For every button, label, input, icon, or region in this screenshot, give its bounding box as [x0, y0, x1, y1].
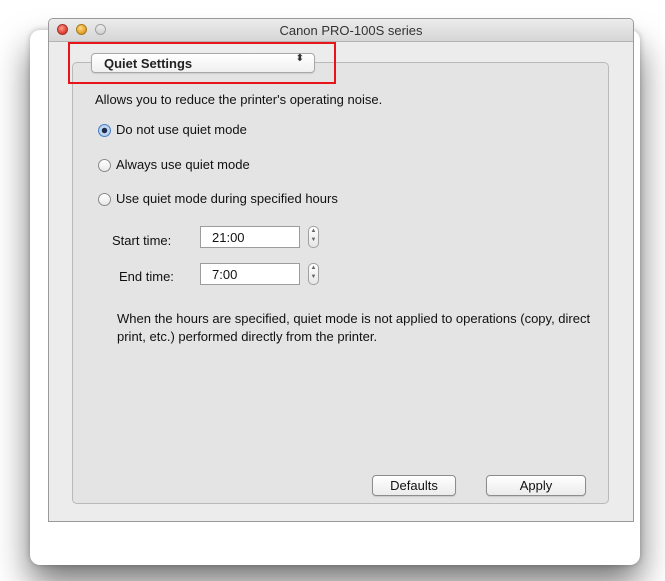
radio-label-no-quiet-mode[interactable]: Do not use quiet mode	[116, 122, 247, 137]
end-time-field[interactable]: 7:00	[200, 263, 300, 285]
start-time-label: Start time:	[112, 233, 172, 248]
screenshot-stage: Canon PRO-100S series Quiet Settings ⬍ A…	[0, 0, 665, 581]
end-time-label: End time:	[119, 269, 174, 284]
radio-always-quiet-mode[interactable]	[98, 159, 111, 172]
radio-specified-hours[interactable]	[98, 193, 111, 206]
window-title: Canon PRO-100S series	[279, 23, 423, 38]
radio-label-always-quiet-mode[interactable]: Always use quiet mode	[116, 157, 250, 172]
radio-no-quiet-mode[interactable]	[98, 124, 111, 137]
printer-window: Canon PRO-100S series Quiet Settings ⬍ A…	[48, 18, 634, 522]
highlight-frame	[68, 42, 336, 84]
apply-button[interactable]: Apply	[486, 475, 586, 496]
defaults-button[interactable]: Defaults	[372, 475, 456, 496]
radio-label-specified-hours[interactable]: Use quiet mode during specified hours	[116, 191, 338, 206]
start-time-field[interactable]: 21:00	[200, 226, 300, 248]
description-text: Allows you to reduce the printer's opera…	[95, 92, 383, 107]
title-bar[interactable]: Canon PRO-100S series	[49, 19, 633, 42]
end-time-stepper[interactable]: ▲ ▼	[308, 263, 319, 285]
quiet-hours-note: When the hours are specified, quiet mode…	[117, 311, 591, 344]
start-time-stepper[interactable]: ▲ ▼	[308, 226, 319, 248]
